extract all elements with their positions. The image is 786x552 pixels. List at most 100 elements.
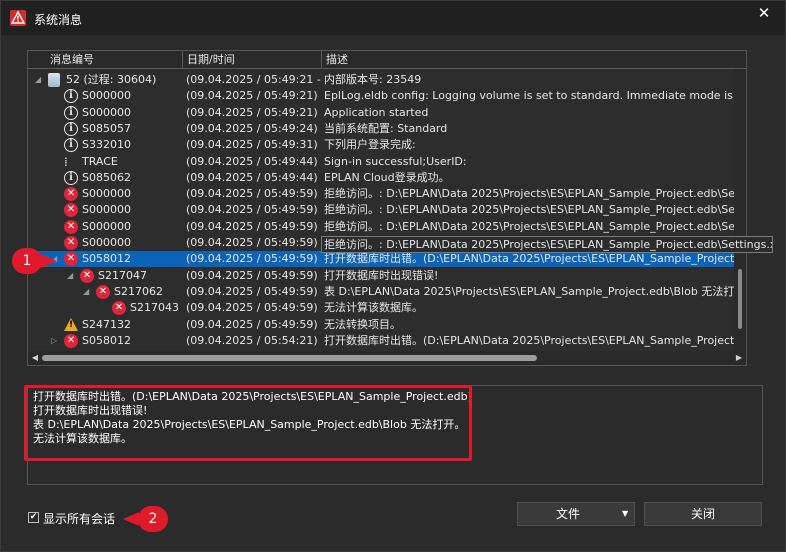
description-cell: EPLAN Cloud登录成功。 (324, 170, 450, 184)
table-row[interactable]: i S085057 (09.04.2025 / 05:49:24) 当前系统配置: S… (28, 121, 746, 137)
error-icon: ✕ (64, 333, 78, 348)
system-messages-dialog: 系统消息 ✕ 消息编号 日期/时间 描述 ◢ 52 (过程: 30604) (09.… (0, 0, 786, 552)
description-cell: 打开数据库时出现错误! (324, 268, 439, 282)
database-icon (48, 73, 60, 87)
table-row[interactable]: ◢ ✕ S217047 (09.04.2025 / 05:49:59) 打开数据库时出现… (28, 268, 746, 284)
vertical-scrollbar[interactable] (734, 69, 746, 351)
description-cell: 下列用户登录完成: (324, 138, 416, 152)
datetime-cell: (09.04.2025 / 05:49:21 - ... (186, 73, 321, 86)
column-header-message-id[interactable]: 消息编号 (28, 51, 183, 69)
chevron-down-icon: ▼ (622, 509, 629, 518)
info-icon: i (64, 138, 78, 153)
message-id-cell: S000000 (82, 187, 131, 201)
message-id-cell: S217043 (130, 301, 179, 315)
callout-badge-1: 1 (12, 248, 42, 274)
title-bar: 系统消息 ✕ (1, 1, 785, 35)
table-row[interactable]: i S000000 (09.04.2025 / 05:49:21) EplLog.el… (28, 88, 746, 104)
message-id-cell: 52 (过程: 30604) (66, 73, 157, 86)
message-id-cell: S058012 (82, 252, 131, 266)
table-row[interactable]: ◢ ✕ S217062 (09.04.2025 / 05:49:59) 表 D:\EPL… (28, 284, 746, 300)
table-row[interactable]: ✕ S000000 (09.04.2025 / 05:49:59) 拒绝访问。: D:… (28, 202, 746, 218)
window-title: 系统消息 (34, 13, 83, 27)
table-row[interactable]: i S085062 (09.04.2025 / 05:49:44) EPLAN Clo… (28, 170, 746, 186)
message-id-cell: TRACE (82, 154, 118, 168)
error-icon: ✕ (64, 252, 78, 267)
table-row[interactable]: ✕ S000000 (09.04.2025 / 05:49:59) 拒绝访问。: D:… (28, 186, 746, 202)
message-id-cell: S000000 (82, 219, 131, 233)
datetime-cell: (09.04.2025 / 05:49:21) (186, 89, 318, 103)
info-icon: i (64, 105, 78, 120)
datetime-cell: (09.04.2025 / 05:49:59) (186, 219, 318, 233)
file-dropdown-button[interactable]: 文件 ▼ (517, 502, 635, 526)
grid-header: 消息编号 日期/时间 描述 (28, 51, 746, 69)
vertical-scroll-thumb[interactable] (738, 269, 742, 329)
column-header-description[interactable]: 描述 (322, 51, 746, 69)
description-cell: 打开数据库时出错。(D:\EPLAN\Data 2025\Projects\ES… (324, 252, 742, 266)
file-button-label: 文件 (555, 507, 580, 521)
horizontal-scroll-thumb[interactable] (42, 355, 537, 361)
table-row[interactable]: ▷ ✕ S058012 (09.04.2025 / 05:54:21) 打开数据库时出错… (28, 333, 746, 349)
show-all-sessions-label[interactable]: 显示所有会话 (43, 510, 115, 527)
table-row[interactable]: ✕ S000000 (09.04.2025 / 05:49:59) 拒绝访问。: D:… (28, 219, 746, 235)
datetime-cell: (09.04.2025 / 05:49:24) (186, 121, 318, 135)
tree-expander-icon[interactable]: ◢ (83, 284, 89, 300)
window-close-button[interactable]: ✕ (749, 4, 779, 22)
scroll-right-arrow-icon[interactable]: ▶ (732, 351, 746, 365)
callout-1-pointer (41, 254, 57, 268)
show-all-sessions-checkbox[interactable]: ✔ (28, 512, 39, 523)
message-id-cell: S000000 (82, 89, 131, 103)
description-tooltip: 拒绝访问。: D:\EPLAN\Data 2025\Projects\ES\EP… (321, 236, 773, 253)
detail-highlight-box (24, 385, 472, 461)
table-row[interactable]: ◢ 52 (过程: 30604) (09.04.2025 / 05:49:21 - … (28, 72, 746, 88)
message-id-cell: S247132 (82, 317, 131, 331)
message-id-cell: S058012 (82, 333, 131, 347)
table-row[interactable]: i S000000 (09.04.2025 / 05:49:21) Applicati… (28, 105, 746, 121)
description-cell: 内部版本号: 23549 (324, 73, 422, 86)
datetime-cell: (09.04.2025 / 05:49:59) (186, 252, 318, 266)
scroll-left-arrow-icon[interactable]: ◀ (28, 351, 42, 365)
datetime-cell: (09.04.2025 / 05:49:59) (186, 268, 318, 282)
info-icon: i (64, 121, 78, 136)
error-icon: ✕ (64, 236, 78, 250)
datetime-cell: (09.04.2025 / 05:49:59) (186, 284, 318, 298)
close-button[interactable]: 关闭 (644, 502, 762, 526)
datetime-cell: (09.04.2025 / 05:49:59) (186, 301, 318, 315)
message-id-cell: S000000 (82, 236, 131, 249)
datetime-cell: (09.04.2025 / 05:49:44) (186, 170, 318, 184)
table-row[interactable]: i S332010 (09.04.2025 / 05:49:31) 下列用户登录完成: (28, 137, 746, 153)
info-icon: i (64, 170, 78, 185)
datetime-cell: (09.04.2025 / 05:49:44) (186, 154, 318, 168)
horizontal-scrollbar[interactable]: ◀ ▶ (28, 351, 746, 365)
error-icon: ✕ (64, 187, 78, 202)
table-row[interactable]: ◢ ✕ S058012 (09.04.2025 / 05:49:59) 打开数据库时出错… (28, 251, 746, 268)
description-cell: 无法转换项目。 (324, 317, 401, 331)
error-icon: ✕ (80, 268, 94, 283)
description-cell: 打开数据库时出错。(D:\EPLAN\Data 2025\Projects\ES… (324, 333, 742, 347)
tree-expander-icon[interactable]: ◢ (67, 268, 73, 284)
tree-expander-icon[interactable]: ◢ (35, 72, 41, 88)
info-icon: i (64, 89, 78, 104)
message-id-cell: S085062 (82, 170, 131, 184)
column-header-datetime[interactable]: 日期/时间 (183, 51, 322, 69)
datetime-cell: (09.04.2025 / 05:49:31) (186, 138, 318, 152)
message-id-cell: S000000 (82, 203, 131, 217)
table-row[interactable]: ⁞ TRACE (09.04.2025 / 05:49:44) Sign-in suc… (28, 154, 746, 170)
error-icon: ✕ (64, 203, 78, 218)
description-cell: 拒绝访问。: D:\EPLAN\Data 2025\Projects\ES\EP… (324, 219, 742, 233)
description-cell: 当前系统配置: Standard (324, 121, 448, 135)
message-grid[interactable]: 消息编号 日期/时间 描述 ◢ 52 (过程: 30604) (09.04.2025… (27, 50, 747, 366)
datetime-cell: (09.04.2025 / 05:49:59) (186, 187, 318, 201)
description-cell: 表 D:\EPLAN\Data 2025\Projects\ES\EPLAN_S… (324, 284, 742, 298)
callout-badge-2: 2 (138, 506, 168, 532)
table-row[interactable]: ✕ S217043 (09.04.2025 / 05:49:59) 无法计算该数据库。 (28, 300, 746, 316)
description-cell: 无法计算该数据库。 (324, 301, 423, 315)
message-id-cell: S217062 (114, 284, 163, 298)
tree-expander-icon[interactable]: ▷ (51, 333, 57, 349)
datetime-cell: (09.04.2025 / 05:49:59) (186, 236, 318, 249)
warning-icon: ! (64, 317, 78, 331)
table-row[interactable]: ! S247132 (09.04.2025 / 05:49:59) 无法转换项目。 (28, 317, 746, 333)
datetime-cell: (09.04.2025 / 05:49:59) (186, 317, 318, 331)
datetime-cell: (09.04.2025 / 05:49:59) (186, 203, 318, 217)
message-id-cell: S332010 (82, 138, 131, 152)
error-icon: ✕ (96, 284, 110, 299)
